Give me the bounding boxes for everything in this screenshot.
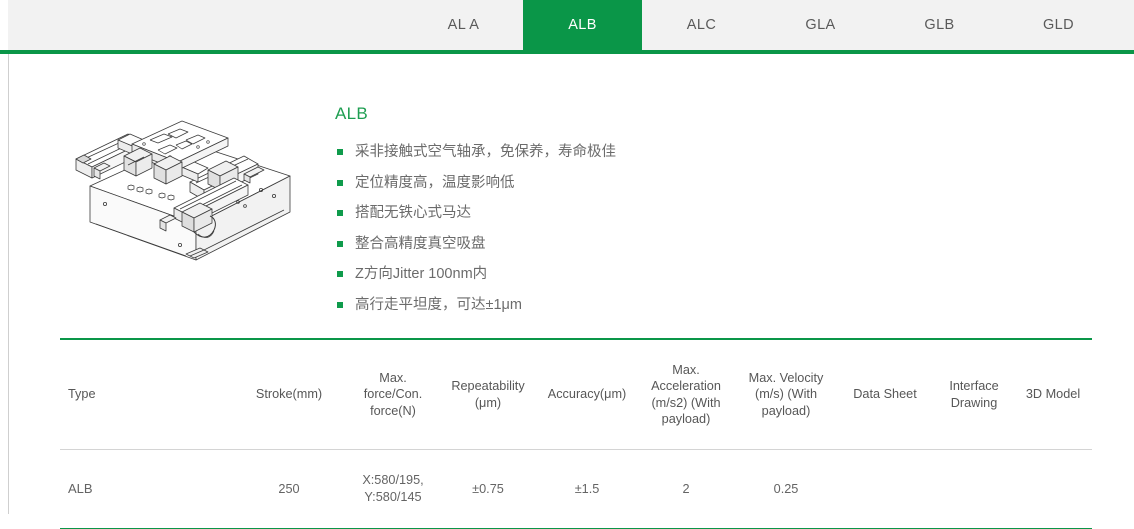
column-header-max-velocity: Max. Velocity (m/s) (With payload) bbox=[736, 338, 836, 450]
feature-text: 采非接触式空气轴承，免保养，寿命极佳 bbox=[355, 144, 616, 160]
column-header-max-acceleration: Max. Acceleration (m/s2) (With payload) bbox=[636, 338, 736, 450]
tab-gla[interactable]: GLA bbox=[761, 0, 880, 50]
cell-stroke: 250 bbox=[230, 449, 348, 529]
column-header-stroke: Stroke(mm) bbox=[230, 338, 348, 450]
tab-al-a[interactable]: AL A bbox=[404, 0, 523, 50]
table-header: Type Stroke(mm) Max. force/Con. force(N)… bbox=[60, 338, 1092, 450]
feature-item: 整合高精度真空吸盘 bbox=[335, 235, 895, 255]
feature-item: 定位精度高，温度影响低 bbox=[335, 174, 895, 194]
product-title: ALB bbox=[335, 104, 369, 123]
tab-label: GLA bbox=[805, 17, 836, 33]
cell-max-velocity: 0.25 bbox=[736, 449, 836, 529]
air-bearing-stage-illustration bbox=[75, 120, 291, 261]
cell-3d-model[interactable] bbox=[1014, 449, 1092, 529]
product-feature-list: 采非接触式空气轴承，免保养，寿命极佳 定位精度高，温度影响低 搭配无铁心式马达 … bbox=[335, 143, 895, 315]
column-header-max-force: Max. force/Con. force(N) bbox=[348, 338, 438, 450]
product-info: ALB 采非接触式空气轴承，免保养，寿命极佳 定位精度高，温度影响低 搭配无铁心… bbox=[335, 104, 895, 326]
table-header-row: Type Stroke(mm) Max. force/Con. force(N)… bbox=[60, 338, 1092, 450]
cell-max-acceleration: 2 bbox=[636, 449, 736, 529]
table-body: ALB 250 X:580/195, Y:580/145 ±0.75 ±1.5 … bbox=[60, 449, 1092, 529]
feature-item: Z方向Jitter 100nm内 bbox=[335, 265, 895, 285]
tab-alc[interactable]: ALC bbox=[642, 0, 761, 50]
cell-type: ALB bbox=[60, 449, 230, 529]
feature-item: 高行走平坦度，可达±1μm bbox=[335, 296, 895, 316]
tab-glb[interactable]: GLB bbox=[880, 0, 999, 50]
table-row: ALB 250 X:580/195, Y:580/145 ±0.75 ±1.5 … bbox=[60, 449, 1092, 529]
cell-data-sheet[interactable] bbox=[836, 449, 934, 529]
bullet-square-icon bbox=[337, 179, 343, 186]
specification-table: Type Stroke(mm) Max. force/Con. force(N)… bbox=[60, 338, 1092, 529]
tab-gld[interactable]: GLD bbox=[999, 0, 1118, 50]
tab-label: GLD bbox=[1042, 17, 1074, 33]
bullet-square-icon bbox=[337, 240, 343, 247]
bullet-square-icon bbox=[337, 301, 343, 308]
tab-label: ALB bbox=[568, 17, 597, 33]
column-header-repeatability: Repeatability (μm) bbox=[438, 338, 538, 450]
specification-table-container: Type Stroke(mm) Max. force/Con. force(N)… bbox=[60, 338, 1092, 529]
column-header-interface-drawing: Interface Drawing bbox=[934, 338, 1014, 450]
tab-label: GLB bbox=[924, 17, 955, 33]
feature-text: 搭配无铁心式马达 bbox=[355, 205, 471, 222]
column-header-data-sheet: Data Sheet bbox=[836, 338, 934, 450]
product-hero-section: ALB 采非接触式空气轴承，免保养，寿命极佳 定位精度高，温度影响低 搭配无铁心… bbox=[8, 54, 1134, 324]
column-header-3d-model: 3D Model bbox=[1014, 338, 1092, 450]
product-image bbox=[58, 104, 323, 294]
bullet-square-icon bbox=[337, 271, 343, 278]
cell-max-force: X:580/195, Y:580/145 bbox=[348, 449, 438, 529]
feature-text: 整合高精度真空吸盘 bbox=[355, 235, 486, 252]
bullet-square-icon bbox=[337, 210, 343, 217]
column-header-type: Type bbox=[60, 338, 230, 450]
cell-accuracy: ±1.5 bbox=[538, 449, 636, 529]
cell-interface-drawing[interactable] bbox=[934, 449, 1014, 529]
product-series-tabbar: AL A ALB ALC GLA GLB GLD bbox=[8, 0, 1134, 54]
tab-alb[interactable]: ALB bbox=[523, 0, 642, 50]
feature-item: 搭配无铁心式马达 bbox=[335, 204, 895, 224]
cell-repeatability: ±0.75 bbox=[438, 449, 538, 529]
column-header-accuracy: Accuracy(μm) bbox=[538, 338, 636, 450]
feature-text: 高行走平坦度，可达±1μm bbox=[355, 296, 522, 313]
feature-text: 定位精度高，温度影响低 bbox=[355, 174, 515, 191]
tab-label: AL A bbox=[447, 17, 480, 33]
bullet-square-icon bbox=[337, 149, 343, 155]
tab-list: AL A ALB ALC GLA GLB GLD bbox=[404, 0, 1118, 50]
tab-label: ALC bbox=[686, 17, 717, 33]
feature-text: Z方向Jitter 100nm内 bbox=[355, 266, 488, 283]
feature-item: 采非接触式空气轴承，免保养，寿命极佳 bbox=[335, 143, 895, 163]
